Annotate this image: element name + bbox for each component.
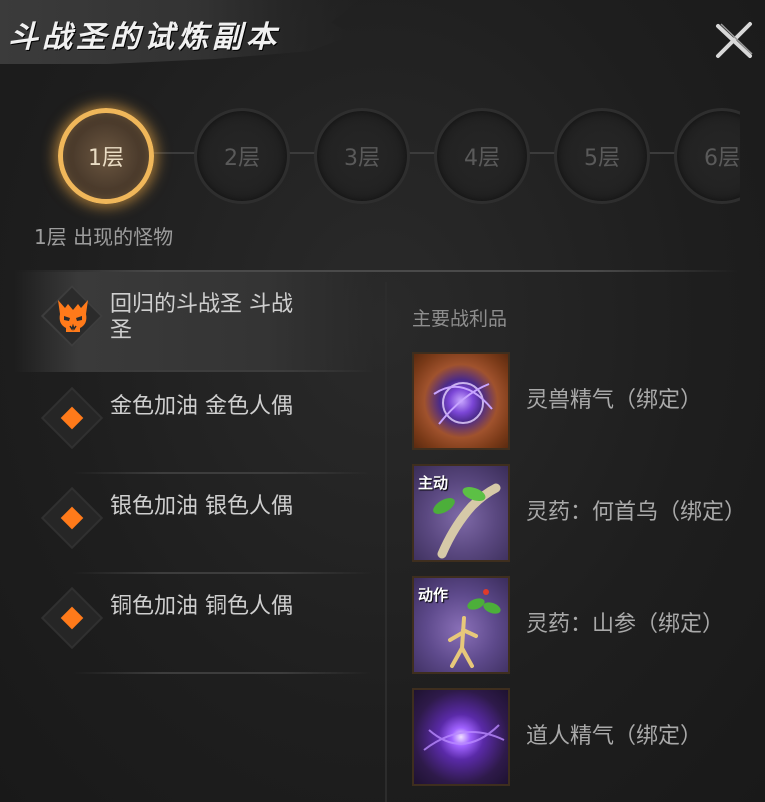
floor-selector: 1层 2层 3层 4层 5层 6层: [40, 90, 740, 220]
ginseng-icon: 动作: [412, 576, 510, 674]
row-separator: [72, 370, 372, 372]
loot-name: 灵兽精气（绑定）: [526, 388, 703, 413]
floor-label: 6层: [704, 146, 740, 171]
monster-item-boss[interactable]: 回归的斗战圣 斗战圣: [14, 272, 374, 372]
vertical-divider: [385, 282, 387, 802]
loot-item[interactable]: 灵兽精气（绑定）: [412, 352, 752, 452]
title-banner: 斗战圣的试炼副本: [0, 0, 360, 64]
purple-orb-icon: [412, 352, 510, 450]
floor-label: 1层: [88, 146, 124, 171]
demon-skull-icon: [58, 300, 88, 332]
loot-item[interactable]: 动作 灵药：山参（绑定）: [412, 576, 752, 676]
floor-label: 3层: [344, 146, 380, 171]
floor-2-button[interactable]: 2层: [194, 108, 290, 204]
page-title: 斗战圣的试炼副本: [8, 20, 280, 55]
floor-3-button[interactable]: 3层: [314, 108, 410, 204]
purple-energy-icon: [412, 688, 510, 786]
floor-6-button[interactable]: 6层: [674, 108, 740, 204]
floor-4-button[interactable]: 4层: [434, 108, 530, 204]
heshouwu-root-icon: 主动: [412, 464, 510, 562]
loot-section-title: 主要战利品: [412, 308, 508, 330]
monster-item-gold[interactable]: 金色加油 金色人偶: [14, 374, 374, 474]
orb-glow-icon: [433, 382, 493, 425]
loot-item[interactable]: 道人精气（绑定）: [412, 688, 752, 788]
monster-name: 回归的斗战圣 斗战圣: [110, 292, 293, 343]
close-icon: [716, 22, 753, 58]
energy-swirl-icon: [423, 724, 505, 751]
monster-name: 铜色加油 铜色人偶: [110, 594, 293, 619]
dungeon-panel: 斗战圣的试炼副本 1层 2层 3层 4层 5层 6层 1层 出现的怪物 回归的斗…: [0, 0, 765, 802]
floor-label: 5层: [584, 146, 620, 171]
loot-item[interactable]: 主动 灵药：何首乌（绑定）: [412, 464, 752, 564]
floor-label: 4层: [464, 146, 500, 171]
loot-name: 灵药：山参（绑定）: [526, 612, 725, 637]
close-button[interactable]: [712, 18, 756, 62]
floor-monsters-subtitle: 1层 出现的怪物: [34, 225, 174, 249]
item-tag: 主动: [418, 474, 449, 492]
monster-item-bronze[interactable]: 铜色加油 铜色人偶: [14, 574, 374, 674]
floor-1-button[interactable]: 1层: [58, 108, 154, 204]
loot-name: 灵药：何首乌（绑定）: [526, 500, 747, 525]
floor-label: 2层: [224, 146, 260, 171]
loot-name: 道人精气（绑定）: [526, 724, 703, 749]
monster-item-silver[interactable]: 银色加油 银色人偶: [14, 474, 374, 574]
monster-name: 金色加油 金色人偶: [110, 394, 293, 419]
monster-name: 银色加油 银色人偶: [110, 494, 293, 519]
row-separator: [72, 672, 372, 674]
item-tag: 动作: [418, 586, 449, 604]
floor-5-button[interactable]: 5层: [554, 108, 650, 204]
